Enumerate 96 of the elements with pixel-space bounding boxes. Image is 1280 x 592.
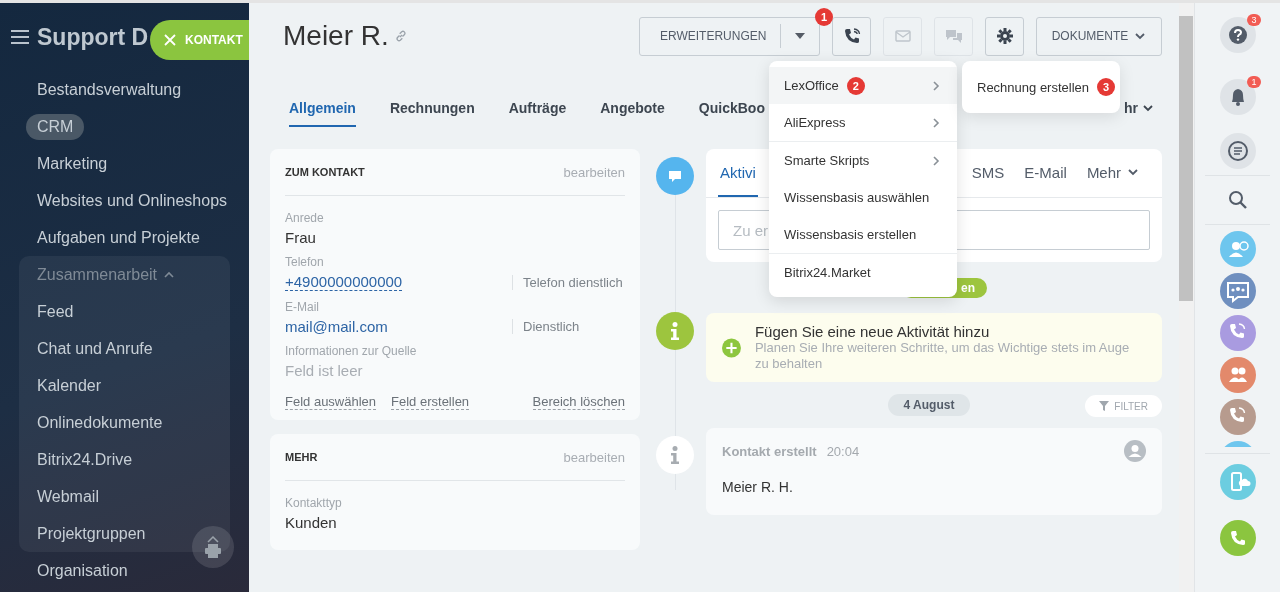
phone-icon[interactable] xyxy=(1219,399,1256,435)
page-title: Meier R. xyxy=(283,20,389,52)
field-type-label: Telefon dienstlich xyxy=(512,274,625,290)
tab[interactable]: Allgemein xyxy=(289,100,356,127)
counter-badge: 3 xyxy=(1247,14,1261,26)
chevron-down-icon xyxy=(1134,30,1147,42)
activity-tab[interactable]: Aktivi xyxy=(718,149,758,197)
person-clock-icon[interactable] xyxy=(1219,231,1256,267)
action-link[interactable]: Bereich löschen xyxy=(532,394,625,410)
card-title: MEHR xyxy=(285,451,318,463)
action-link[interactable]: Feld auswählen xyxy=(285,394,377,410)
link-icon xyxy=(394,30,407,42)
documents-button[interactable]: DOKUMENTE xyxy=(1036,16,1162,56)
caret-icon xyxy=(795,33,805,39)
sidebar-item[interactable]: Projektgruppen xyxy=(19,515,230,552)
field-label: E-Mail xyxy=(285,300,320,314)
phone-button[interactable] xyxy=(832,16,871,56)
chat-list-icon[interactable] xyxy=(1219,133,1256,169)
sidebar-item[interactable]: CRM xyxy=(26,113,85,140)
sidebar-item[interactable]: Aufgaben und Projekte xyxy=(19,224,218,251)
event-text: Meier R. H. xyxy=(722,479,794,495)
tab[interactable]: Angebote xyxy=(600,100,665,127)
chevron-down-icon xyxy=(1142,102,1154,114)
chevron-right-icon xyxy=(930,79,942,92)
field-value[interactable]: +4900000000000 xyxy=(285,273,403,291)
field-value[interactable]: mail@mail.com xyxy=(285,318,388,335)
close-icon xyxy=(164,34,176,46)
phone-icon[interactable] xyxy=(1219,315,1256,351)
funnel-icon xyxy=(1099,401,1110,411)
tab[interactable]: hr xyxy=(1124,100,1154,127)
call-icon[interactable] xyxy=(1219,520,1256,556)
step-marker: 1 xyxy=(815,7,833,26)
chevron-right-icon xyxy=(930,154,942,167)
menu-item[interactable]: AliExpress xyxy=(769,104,957,141)
info-icon xyxy=(671,322,679,340)
chat-bubbles-icon xyxy=(944,27,963,45)
sidebar-item[interactable]: Chat und Anrufe xyxy=(19,330,230,367)
hint-title: Fügen Sie eine neue Aktivität hinzu xyxy=(754,323,991,340)
submenu-item[interactable]: Rechnung erstellen 3 xyxy=(962,78,1131,96)
portal-title: Support D xyxy=(37,23,149,51)
printer-icon xyxy=(204,536,222,558)
tab[interactable]: Rechnungen xyxy=(389,100,475,127)
field-label: Telefon xyxy=(285,255,325,269)
sidebar-item[interactable]: Webmail xyxy=(19,478,230,515)
counter-badge: 1 xyxy=(1247,76,1261,88)
scroll-up-button[interactable] xyxy=(192,526,234,568)
sidebar-item[interactable]: Websites und Onlineshops xyxy=(19,187,246,214)
info-icon xyxy=(671,446,679,464)
sidebar-item[interactable]: Bitrix24.Drive xyxy=(19,441,230,478)
help-icon[interactable] xyxy=(1219,17,1256,53)
field-label: Anrede xyxy=(285,211,325,225)
date-label: 4 August xyxy=(887,394,971,416)
step-marker: 2 xyxy=(846,76,865,95)
activity-tab[interactable]: SMS xyxy=(969,149,1007,197)
card-title: ZUM KONTAKT xyxy=(285,166,365,178)
extensions-split-button[interactable]: ERWEITERUNGEN xyxy=(639,16,820,56)
group-chat-icon[interactable] xyxy=(1219,273,1256,309)
field-label: Informationen zur Quelle xyxy=(285,344,418,358)
chevron-down-icon xyxy=(1127,166,1140,178)
menu-item[interactable]: Wissensbasis auswählen xyxy=(769,179,957,216)
settings-icon xyxy=(995,27,1014,45)
settings-button[interactable] xyxy=(985,16,1024,56)
sidebar-item[interactable]: Organisation xyxy=(19,557,146,584)
sidebar-item[interactable]: Kalender xyxy=(19,367,230,404)
menu-item[interactable]: LexOffice 2 xyxy=(769,67,957,104)
field-value: Kunden xyxy=(285,514,337,531)
speech-bubble-icon xyxy=(668,170,682,182)
field-value: Frau xyxy=(285,229,316,246)
field-type-label: Dienstlich xyxy=(512,319,625,334)
menu-item[interactable]: Smarte Skripts xyxy=(769,141,957,179)
tab[interactable]: Aufträge xyxy=(508,100,567,127)
menu-icon xyxy=(11,30,29,44)
sidebar-item[interactable]: Bestandsverwaltung xyxy=(19,76,200,103)
menu-item[interactable]: Bitrix24.Market xyxy=(769,253,957,291)
phone-cloud-icon[interactable] xyxy=(1219,464,1256,500)
chevron-right-icon xyxy=(930,116,942,129)
step-marker: 3 xyxy=(1097,78,1116,96)
event-time: 20:04 xyxy=(826,443,860,459)
tab[interactable]: QuickBoo xyxy=(698,100,765,127)
field-value: Feld ist leer xyxy=(285,362,363,379)
activity-tab[interactable]: E-Mail xyxy=(1022,149,1069,197)
event-title: Kontakt erstellt xyxy=(722,443,817,459)
sidebar-item[interactable]: Feed xyxy=(19,293,230,330)
bell-icon[interactable] xyxy=(1219,79,1256,115)
field-label: Kontakttyp xyxy=(285,496,343,510)
phone-icon xyxy=(842,27,861,45)
plus-circle-icon xyxy=(722,336,741,359)
user-avatar-icon xyxy=(1124,440,1146,462)
menu-item[interactable]: Wissensbasis erstellen xyxy=(769,216,957,253)
hint-description: Planen Sie Ihre weiteren Schritte, um das Wichtige stets im Auge zu behalten xyxy=(754,340,1131,372)
activity-tab[interactable]: Mehr xyxy=(1084,149,1142,197)
sidebar-item[interactable]: Marketing xyxy=(19,150,126,177)
action-link[interactable]: Feld erstellen xyxy=(391,394,470,410)
people-icon[interactable] xyxy=(1219,357,1256,393)
sidebar-item[interactable]: Onlinedokumente xyxy=(19,404,230,441)
envelope-icon xyxy=(893,27,912,45)
